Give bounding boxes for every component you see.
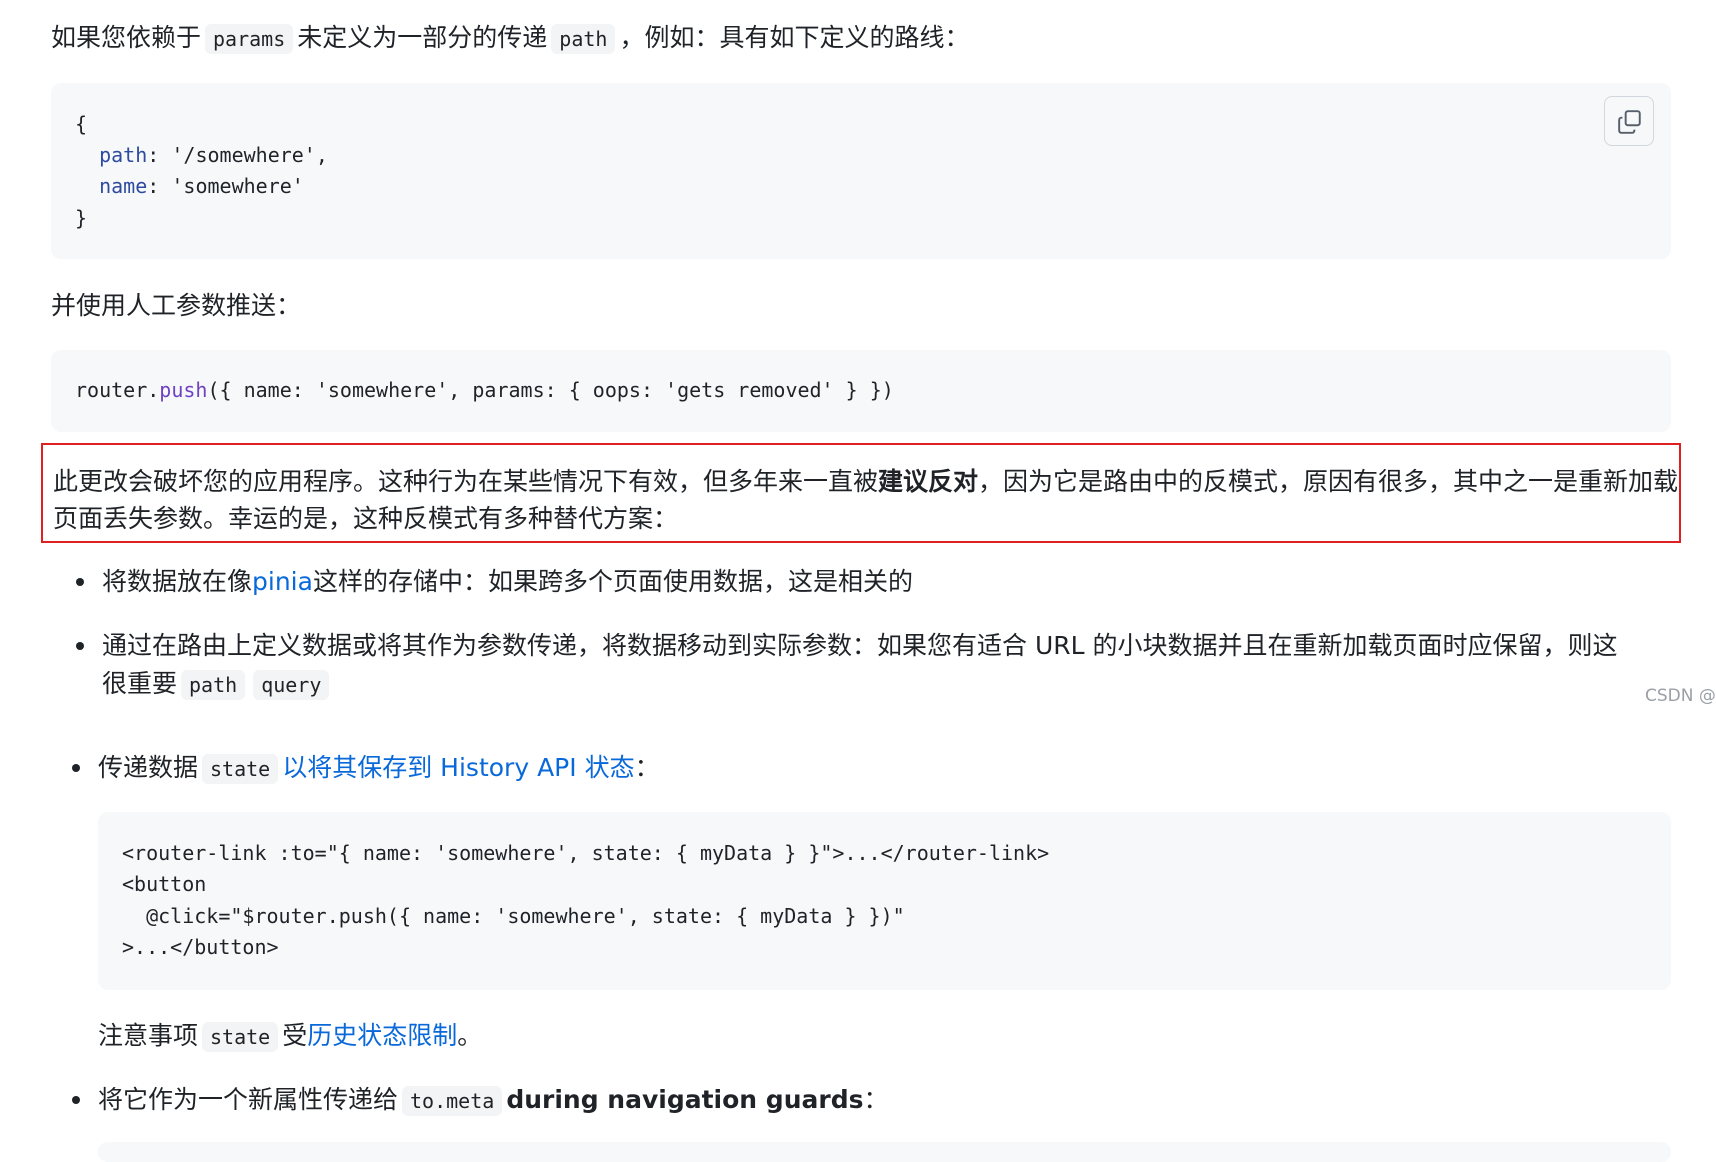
- code-line: path: '/somewhere',: [99, 143, 328, 167]
- watermark: CSDN @: [1645, 686, 1716, 706]
- inline-code-to-meta: to.meta: [402, 1086, 503, 1116]
- code-key: name: [99, 174, 148, 198]
- bullet-dot: [76, 578, 84, 586]
- inline-code-params: params: [205, 24, 294, 54]
- list-item-meta: 将它作为一个新属性传递给 to.meta during navigation gua…: [98, 1084, 888, 1117]
- list-text: ：: [634, 753, 660, 782]
- warning-bold: 建议反对: [878, 467, 979, 496]
- copy-icon: [1618, 110, 1641, 134]
- inline-code-state: state: [202, 1022, 279, 1052]
- note-paragraph: 注意事项 state 受历史状态限制。: [98, 1020, 482, 1053]
- intro-paragraph: 如果您依赖于 params 未定义为一部分的传递 path ，例如：具有如下定义的路线：: [51, 22, 969, 55]
- inline-code-query: query: [253, 670, 330, 700]
- code-value: 'somewhere': [171, 174, 304, 198]
- code-block-route-definition: { path: '/somewhere', name: 'somewhere' …: [51, 83, 1671, 259]
- intro-text-3: ，例如：具有如下定义的路线：: [619, 23, 970, 52]
- code-block-state: <router-link :to="{ name: 'somewhere', s…: [98, 812, 1671, 990]
- code-line: >...</button>: [122, 935, 279, 959]
- list-text: 传递数据: [98, 753, 199, 782]
- note-text: 注意事项: [98, 1021, 199, 1050]
- list-item-params-line2: 很重要 path query: [102, 668, 333, 701]
- list-text: 很重要: [102, 669, 178, 698]
- history-api-link[interactable]: 以将其保存到 History API 状态: [282, 753, 634, 782]
- bold-text: during navigation guards: [506, 1085, 864, 1114]
- bullet-dot: [76, 642, 84, 650]
- code-line: name: 'somewhere': [99, 174, 304, 198]
- inline-code-state: state: [202, 754, 279, 784]
- list-item-state: 传递数据 state 以将其保存到 History API 状态：: [98, 752, 660, 785]
- code-method: push: [159, 378, 208, 402]
- code-object: router: [75, 378, 148, 402]
- code-line: @click="$router.push({ name: 'somewhere'…: [122, 904, 905, 928]
- copy-code-button[interactable]: [1604, 96, 1654, 146]
- warning-paragraph: 此更改会破坏您的应用程序。这种行为在某些情况下有效，但多年来一直被建议反对，因为…: [53, 463, 1683, 537]
- warning-text-1: 此更改会破坏您的应用程序。这种行为在某些情况下有效，但多年来一直被: [53, 467, 879, 496]
- code-line: {: [75, 112, 88, 136]
- highlight-box: 此更改会破坏您的应用程序。这种行为在某些情况下有效，但多年来一直被建议反对，因为…: [41, 443, 1681, 543]
- list-text: ：: [863, 1085, 889, 1114]
- inline-code-path: path: [181, 670, 246, 700]
- code-line: router.push({ name: 'somewhere', params:…: [75, 378, 894, 402]
- code-value: '/somewhere',: [171, 143, 328, 167]
- history-state-limits-link[interactable]: 历史状态限制: [307, 1021, 457, 1050]
- code-block-router-push: router.push({ name: 'somewhere', params:…: [51, 350, 1671, 432]
- paragraph-manual-push: 并使用人工参数推送：: [51, 291, 302, 320]
- bullet-dot: [72, 1096, 80, 1104]
- code-line: }: [75, 206, 88, 230]
- note-text: 受: [282, 1021, 308, 1050]
- intro-text-2: 未定义为一部分的传递: [297, 23, 548, 52]
- code-args: ({ name: 'somewhere', params: { oops: 'g…: [207, 378, 894, 402]
- note-text: 。: [457, 1021, 483, 1050]
- code-block-partial: [98, 1142, 1671, 1162]
- inline-code-path: path: [551, 24, 616, 54]
- list-text: 这样的存储中：如果跨多个页面使用数据，这是相关的: [312, 567, 913, 596]
- pinia-link[interactable]: pinia: [252, 567, 313, 596]
- list-item-params: 通过在路由上定义数据或将其作为参数传递，将数据移动到实际参数：如果您有适合 UR…: [102, 631, 1618, 660]
- bullet-dot: [72, 764, 80, 772]
- code-line: <router-link :to="{ name: 'somewhere', s…: [122, 841, 1050, 865]
- list-text: 将数据放在像: [102, 567, 253, 596]
- code-key: path: [99, 143, 148, 167]
- list-text: 将它作为一个新属性传递给: [98, 1085, 399, 1114]
- intro-text-1: 如果您依赖于: [51, 23, 202, 52]
- code-line: <button: [122, 872, 207, 896]
- list-item-pinia: 将数据放在像pinia这样的存储中：如果跨多个页面使用数据，这是相关的: [102, 566, 913, 598]
